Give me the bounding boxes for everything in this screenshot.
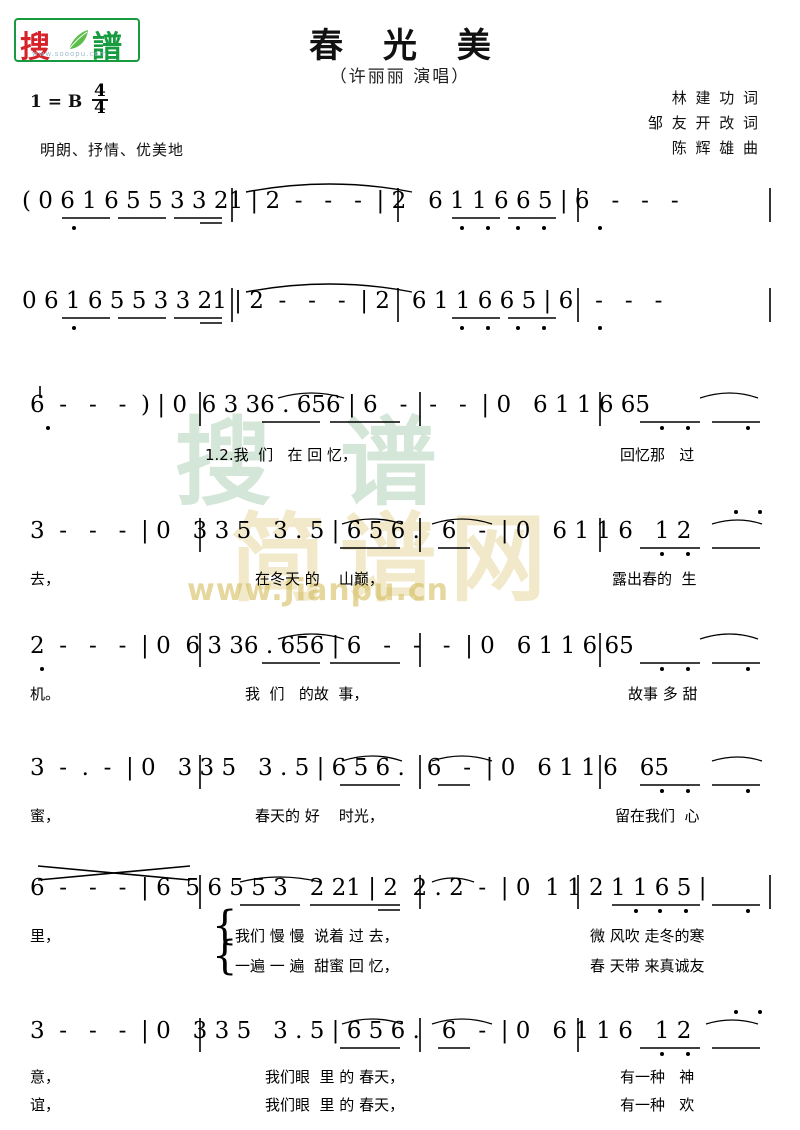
system-8-lyric-verse1: 我们眼 里 的 春天， — [265, 1068, 405, 1086]
system-8-lyric-verse2: 我们眼 里 的 春天， — [265, 1096, 405, 1114]
credit-lyricist: 林 建 功 词 — [671, 89, 760, 107]
system-2-notes: 0 6 1 6 5 5 3 3 21 | 2 - - - | 2 6 1 1 6… — [22, 288, 663, 314]
system-8-lyric-1: 意， — [30, 1068, 61, 1086]
system-8-lyric-2: 谊， — [30, 1096, 61, 1114]
system-3-lyric-2: 回忆那 过 — [620, 446, 695, 464]
system-1-notes: ( 0 6 1 6 5 5 3 3 21 | 2 - - - | 2 6 1 1… — [22, 188, 679, 214]
system-8-lyric-verse2b: 有一种 欢 — [620, 1096, 695, 1114]
system-4-lyric-2: 在冬天 的 山巅， — [255, 570, 384, 588]
credits-block: 林 建 功 词 邹 友 开 改 词 陈 辉 雄 曲 — [648, 86, 760, 161]
watermark: 搜 谱 简谱网 www.Jianpu.cn — [175, 385, 595, 625]
system-8-lyric-verse1b: 有一种 神 — [620, 1068, 695, 1086]
system-7-lyric-1: 里， — [30, 927, 61, 945]
system-3-lyric-1: 1.2.我 们 在 回 忆， — [205, 446, 358, 464]
verse-brace-2: { — [212, 933, 238, 979]
system-5-notes: 2 - - - | 0 6 3 36 . 656 | 6 - - - | 0 6… — [30, 633, 634, 659]
system-7-lyric-verse1: 我们 慢 慢 说着 过 去， — [235, 927, 399, 945]
performer-subtitle: （许丽丽 演唱） — [329, 67, 471, 87]
system-6-lyric-1: 蜜， — [30, 807, 61, 825]
system-7-lyric-verse2: 一遍 一 遍 甜蜜 回 忆， — [235, 957, 399, 975]
system-4-notes: 3 - - - | 0 3 3 5 3 . 5 | 6 5 6 . 6 - | … — [30, 518, 692, 544]
watermark-line2: 简谱网 — [230, 503, 560, 615]
credit-adapter: 邹 友 开 改 词 — [647, 114, 760, 132]
system-5-lyric-2: 我 们 的故 事， — [245, 685, 369, 703]
system-7-notes: 6 - - - | 6 5 6 5 5 3 2 21 | 2 2 . 2 - |… — [30, 875, 707, 901]
page-title: 春 光 美 — [309, 26, 505, 66]
meter-denominator: 4 — [94, 98, 106, 118]
system-6-lyric-2: 春天的 好 时光， — [255, 807, 384, 825]
time-signature: 4 4 — [92, 83, 108, 118]
system-7-lyric-verse2b: 春 天带 来真诚友 — [590, 957, 705, 975]
key-signature: 1 = B — [30, 92, 83, 112]
tempo-mood-marking: 明朗、抒情、优美地 — [40, 141, 185, 159]
system-6-notes: 3 - . - | 0 3 3 5 3 . 5 | 6 5 6 . 6 - | … — [30, 755, 669, 781]
system-6-lyric-3: 留在我们 心 — [615, 807, 700, 825]
system-4-lyric-3: 露出春的 生 — [612, 570, 697, 588]
system-5-lyric-3: 故事 多 甜 — [628, 685, 698, 703]
system-7-lyric-verse1b: 微 风吹 走冬的寒 — [590, 927, 705, 945]
credit-composer: 陈 辉 雄 曲 — [671, 139, 760, 157]
sheet-music-page: 搜 谱 简谱网 www.Jianpu.cn 搜 譜 www.sooopu.com… — [0, 0, 800, 1130]
system-4-lyric-1: 去， — [30, 570, 61, 588]
system-3-notes: 6 - - - ) | 0 6 3 36 . 656 | 6 - - - | 0… — [30, 392, 651, 418]
system-5-lyric-1: 机。 — [30, 685, 61, 703]
system-8-notes: 3 - - - | 0 3 3 5 3 . 5 | 6 5 6 . 6 - | … — [30, 1018, 692, 1044]
